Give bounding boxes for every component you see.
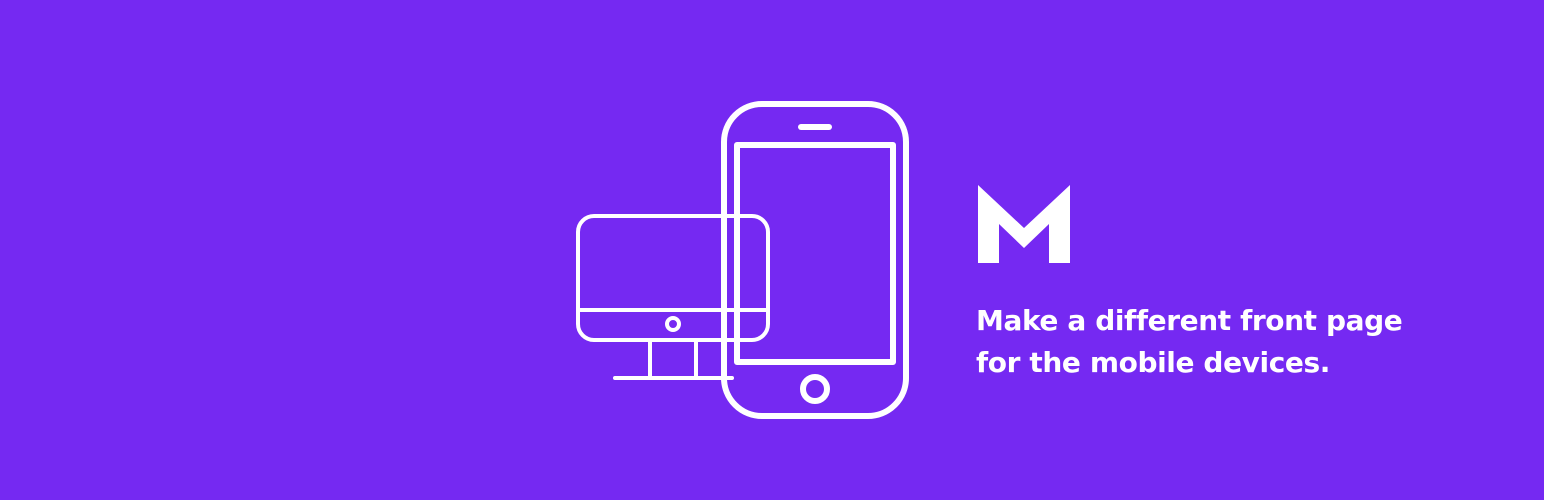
smartphone-icon [721,101,909,419]
tagline: Make a different front page for the mobi… [976,300,1496,384]
tagline-line-2: for the mobile devices. [976,346,1330,379]
tagline-line-1: Make a different front page [976,304,1403,337]
desktop-and-smartphone-icon [576,101,909,419]
m-logo-icon [978,185,1070,263]
plugin-banner: Make a different front page for the mobi… [0,0,1544,500]
